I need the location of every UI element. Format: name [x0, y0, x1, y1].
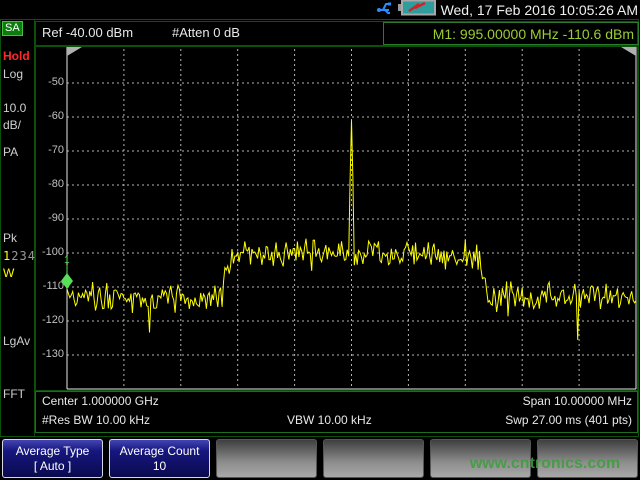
y-axis-label: -110	[36, 280, 64, 292]
y-axis-label: -90	[36, 212, 64, 224]
graticule-frame	[35, 46, 638, 391]
datetime: Wed, 17 Feb 2016 10:05:26 AM	[441, 2, 638, 18]
atten-label: #Atten 0 dB	[172, 25, 240, 40]
y-axis-label: -50	[36, 76, 64, 88]
sweep-label: Swp 27.00 ms (401 pts)	[505, 413, 632, 427]
scale-unit-label: dB/	[3, 118, 21, 132]
softkey-average-count[interactable]: Average Count 10	[109, 439, 210, 478]
softkey-average-type[interactable]: Average Type [ Auto ]	[2, 439, 103, 478]
trace-3: 3	[19, 249, 27, 263]
softkey-blank-3[interactable]	[216, 439, 317, 478]
trace-state-label: W	[3, 266, 14, 280]
softkey-value: 10	[153, 459, 166, 474]
status-bar: Wed, 17 Feb 2016 10:05:26 AM	[0, 0, 640, 19]
center-freq-label: Center 1.000000 GHz	[42, 394, 159, 408]
average-mode-label: LgAv	[3, 334, 30, 348]
rbw-label: #Res BW 10.00 kHz	[42, 413, 150, 427]
y-axis-label: -100	[36, 246, 64, 258]
scale-type-label: Log	[3, 67, 23, 81]
marker-readout-box: M1: 995.00000 MHz -110.6 dBm	[383, 22, 639, 45]
mode-badge: SA	[2, 21, 23, 36]
usb-icon	[376, 0, 393, 20]
y-axis-label: -70	[36, 144, 64, 156]
y-axis-label: -60	[36, 110, 64, 122]
detector-label: Pk	[3, 231, 17, 245]
scale-value-label: 10.0	[3, 101, 26, 115]
softkey-label: Average Count	[120, 444, 200, 459]
trace-1: 1	[3, 249, 11, 263]
vbw-label: VBW 10.00 kHz	[287, 413, 372, 427]
battery-charging-icon	[397, 0, 437, 21]
y-axis-label: -120	[36, 314, 64, 326]
trace-numbers: 1234	[3, 249, 36, 263]
watermark: www.cntronics.com	[452, 455, 638, 473]
preamp-label: PA	[3, 145, 18, 159]
softkey-blank-4[interactable]	[323, 439, 424, 478]
softkey-label: Average Type	[16, 444, 90, 459]
spectrum-analyzer-screen: Wed, 17 Feb 2016 10:05:26 AM SA Hold Log…	[0, 0, 640, 480]
fft-mode-label: FFT	[3, 387, 25, 401]
sidebar: SA Hold Log 10.0 dB/ PA Pk 1234 W LgAv F…	[0, 19, 35, 437]
hold-indicator: Hold	[3, 49, 30, 63]
y-axis-label: -80	[36, 178, 64, 190]
y-axis-label: -130	[36, 348, 64, 360]
marker-readout: M1: 995.00000 MHz -110.6 dBm	[433, 26, 634, 42]
softkey-value: [ Auto ]	[34, 459, 71, 474]
span-label: Span 10.00000 MHz	[523, 394, 632, 408]
ref-level-label: Ref -40.00 dBm	[42, 25, 133, 40]
